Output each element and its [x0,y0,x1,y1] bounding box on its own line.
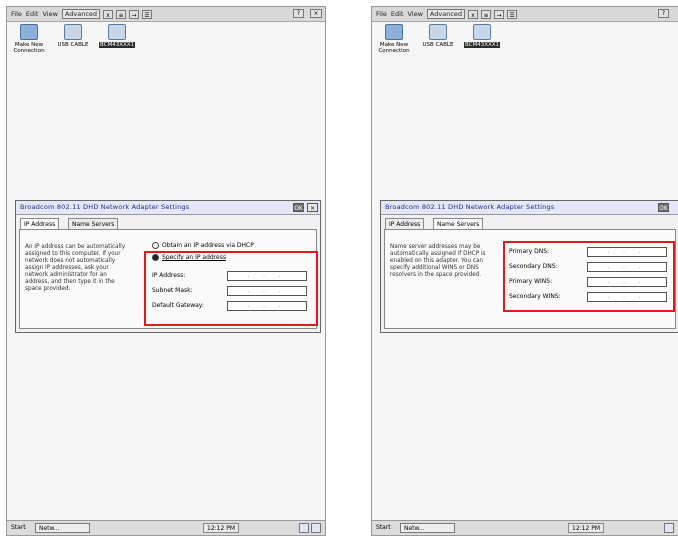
menu-file[interactable]: File [376,10,387,18]
dialog-close-button[interactable]: × [307,203,318,212]
toolbar-properties-icon[interactable]: ≡ [116,9,127,19]
screenshot-ip-address: File Edit View Advanced x ≡ → ☰ ? × Make… [6,6,326,536]
close-button[interactable]: × [310,9,322,18]
new-connection-icon [385,24,403,40]
icon-label: BCM43XXX1 [98,42,136,48]
screenshot-name-servers: File Edit View Advanced x ≡ → ☰ ? Make N… [371,6,678,536]
primary-wins-input[interactable]: . . . [587,277,667,287]
ok-button[interactable]: OK [658,203,669,212]
taskbar: Start Netw... 12:12 PM [372,520,678,535]
default-gateway-input[interactable]: . . . [227,301,307,311]
desktop-icon-bcm43xxx1[interactable]: BCM43XXX1 [462,24,502,48]
icon-label: BCM43XXX1 [463,42,501,48]
primary-dns-input[interactable]: . . . [587,247,667,257]
dialog-title: Broadcom 802.11 DHD Network Adapter Sett… [16,201,320,215]
tab-name-servers[interactable]: Name Servers [68,218,119,229]
toolbar-view-icon[interactable]: ☰ [507,9,518,19]
secondary-dns-label: Secondary DNS: [509,263,558,270]
radio-dhcp-label: Obtain an IP address via DHCP [162,242,254,249]
tab-ip-address[interactable]: IP Address [385,218,425,229]
subnet-mask-row: Subnet Mask: . . . [152,286,307,296]
icon-label: USB CABLE [422,42,454,48]
keyboard-icon[interactable] [311,523,321,533]
adapter-settings-dialog: Broadcom 802.11 DHD Network Adapter Sett… [380,200,678,333]
toolbar-delete-icon[interactable]: x [103,9,114,19]
ip-address-input[interactable]: . . . [227,271,307,281]
system-tray-clock[interactable]: 12:12 PM [568,523,604,533]
usb-cable-icon [64,24,82,40]
network-adapter-icon [108,24,126,40]
task-button[interactable]: Netw... [35,523,90,533]
toolbar-connect-icon[interactable]: → [494,9,505,19]
desktop-icon[interactable] [299,523,309,533]
default-gateway-label: Default Gateway: [152,302,204,309]
toolbar-properties-icon[interactable]: ≡ [481,9,492,19]
ip-address-label: IP Address: [152,272,186,279]
primary-dns-row: Primary DNS: . . . [509,247,669,257]
menu-bar: File Edit View Advanced x ≡ → ☰ [7,7,325,22]
new-connection-icon [20,24,38,40]
adapter-settings-dialog: Broadcom 802.11 DHD Network Adapter Sett… [15,200,321,333]
secondary-dns-row: Secondary DNS: . . . [509,262,669,272]
ok-button[interactable]: OK [293,203,304,212]
menu-advanced[interactable]: Advanced [426,9,466,19]
primary-dns-label: Primary DNS: [509,248,550,255]
primary-wins-row: Primary WINS: . . . [509,277,669,287]
ns-description: Name server addresses may be automatical… [390,244,486,278]
task-button[interactable]: Netw... [400,523,455,533]
menu-edit[interactable]: Edit [391,10,404,18]
subnet-mask-input[interactable]: . . . [227,286,307,296]
desktop-icon[interactable] [664,523,674,533]
radio-specify-label: Specify an IP address [162,254,226,261]
tab-panel-ip-address: An IP address can be automatically assig… [19,229,318,329]
menu-bar: File Edit View Advanced x ≡ → ☰ [372,7,678,22]
default-gateway-row: Default Gateway: . . . [152,301,307,311]
icon-label: Make New Connection [13,42,45,54]
start-button[interactable]: Start [9,523,28,533]
radio-on-icon [152,254,159,261]
desktop-icon-make-new-connection[interactable]: Make New Connection [374,24,414,54]
toolbar-delete-icon[interactable]: x [468,9,479,19]
secondary-wins-label: Secondary WINS: [509,293,561,300]
start-button[interactable]: Start [374,523,393,533]
toolbar-view-icon[interactable]: ☰ [142,9,153,19]
desktop-icon-bcm43xxx1[interactable]: BCM43XXX1 [97,24,137,48]
secondary-wins-row: Secondary WINS: . . . [509,292,669,302]
desktop-icon-usb-cable[interactable]: USB CABLE [53,24,93,48]
menu-advanced[interactable]: Advanced [61,9,101,19]
network-adapter-icon [473,24,491,40]
radio-specify[interactable]: Specify an IP address [152,253,226,262]
menu-file[interactable]: File [11,10,22,18]
icon-label: Make New Connection [378,42,410,54]
dialog-title: Broadcom 802.11 DHD Network Adapter Sett… [381,201,678,215]
system-tray-clock[interactable]: 12:12 PM [203,523,239,533]
desktop-icon-make-new-connection[interactable]: Make New Connection [9,24,49,54]
help-button[interactable]: ? [293,9,304,18]
secondary-wins-input[interactable]: . . . [587,292,667,302]
ip-address-row: IP Address: . . . [152,271,307,281]
usb-cable-icon [429,24,447,40]
primary-wins-label: Primary WINS: [509,278,553,285]
menu-view[interactable]: View [407,10,422,18]
radio-off-icon [152,242,159,249]
taskbar: Start Netw... 12:12 PM [7,520,325,535]
menu-edit[interactable]: Edit [26,10,39,18]
subnet-mask-label: Subnet Mask: [152,287,193,294]
help-button[interactable]: ? [658,9,669,18]
desktop-icon-usb-cable[interactable]: USB CABLE [418,24,458,48]
secondary-dns-input[interactable]: . . . [587,262,667,272]
icon-label: USB CABLE [57,42,89,48]
ip-description: An IP address can be automatically assig… [25,244,126,292]
radio-dhcp[interactable]: Obtain an IP address via DHCP [152,241,254,250]
tab-panel-name-servers: Name server addresses may be automatical… [384,229,676,329]
toolbar-connect-icon[interactable]: → [129,9,140,19]
menu-view[interactable]: View [42,10,57,18]
